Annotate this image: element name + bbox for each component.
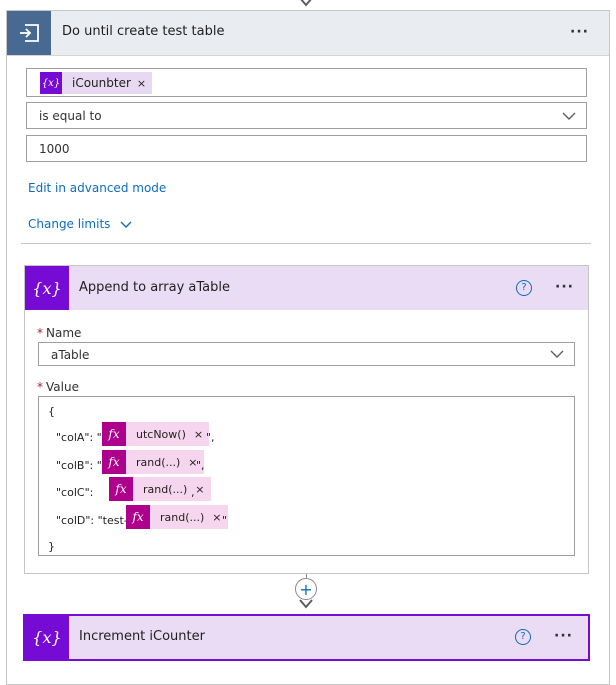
variable-icon: {x} <box>40 72 62 94</box>
increment-card-title: Increment iCounter <box>79 629 205 644</box>
append-card-header[interactable]: {x} Append to array aTable ? ··· <box>25 266 588 310</box>
condition-value-field[interactable]: 1000 <box>26 135 587 162</box>
remove-token-icon[interactable]: × <box>195 483 210 496</box>
name-dropdown[interactable]: aTable <box>38 342 575 366</box>
col-b-suffix: ", <box>196 459 205 472</box>
name-label: * Name <box>37 326 82 340</box>
open-brace: { <box>48 405 55 418</box>
increment-menu-icon[interactable]: ··· <box>554 628 573 644</box>
fx-icon: fx <box>126 505 150 529</box>
chevron-down-icon <box>562 112 576 120</box>
fx-token-label: rand(...) <box>136 455 181 469</box>
variable-icon: {x} <box>25 266 69 310</box>
chevron-down-icon <box>120 221 132 228</box>
fx-token-rand[interactable]: fx rand(...) × <box>109 477 211 501</box>
increment-card-header[interactable]: {x} Increment iCounter ? ··· <box>25 616 588 659</box>
operator-value: is equal to <box>39 109 102 123</box>
change-limits-link[interactable]: Change limits <box>28 217 132 231</box>
help-icon[interactable]: ? <box>516 280 532 296</box>
col-d-suffix: " <box>222 514 228 527</box>
fx-icon: fx <box>102 450 126 474</box>
condition-token-label: iCounbter <box>72 76 131 90</box>
fx-token-rand[interactable]: fx rand(...) × <box>126 505 228 529</box>
append-card-title: Append to array aTable <box>79 280 231 295</box>
condition-left-field[interactable]: {x} iCounbter × <box>26 68 587 97</box>
fx-token-rand[interactable]: fx rand(...) × <box>102 450 204 474</box>
col-d-key: "colD": "test- <box>56 514 128 527</box>
connector-arrow-icon <box>299 599 313 609</box>
fx-token-label: rand(...) <box>143 482 188 496</box>
remove-token-icon[interactable]: × <box>137 77 152 90</box>
do-until-title: Do until create test table <box>62 24 225 39</box>
help-icon[interactable]: ? <box>515 629 531 645</box>
col-c-key: "colC": <box>56 486 94 499</box>
divider <box>21 243 591 244</box>
do-until-card: Do until create test table ··· {x} iCoun… <box>6 10 610 685</box>
condition-token[interactable]: {x} iCounbter × <box>40 72 153 94</box>
append-to-array-card: {x} Append to array aTable ? ··· * Name a… <box>24 265 589 574</box>
chevron-down-icon <box>550 350 564 358</box>
condition-value: 1000 <box>39 142 70 156</box>
fx-icon: fx <box>109 477 133 501</box>
add-step-button[interactable]: + <box>295 578 317 600</box>
value-editor[interactable]: { "colA": " fx utcNow() × ", "colB": " f… <box>38 396 575 556</box>
fx-token-utcnow[interactable]: fx utcNow() × <box>102 422 210 446</box>
close-brace: } <box>48 540 55 553</box>
col-a-suffix: ", <box>206 431 215 444</box>
connector-arrow-icon <box>300 0 312 7</box>
value-label: * Value <box>37 380 79 394</box>
append-menu-icon[interactable]: ··· <box>555 279 574 295</box>
variable-icon: {x} <box>25 616 69 659</box>
do-until-menu-icon[interactable]: ··· <box>570 24 589 40</box>
col-b-key: "colB": " <box>56 459 102 472</box>
col-c-suffix: , <box>191 486 195 499</box>
edit-advanced-mode-link[interactable]: Edit in advanced mode <box>28 181 166 195</box>
increment-card[interactable]: {x} Increment iCounter ? ··· <box>23 614 590 661</box>
col-a-key: "colA": " <box>56 431 102 444</box>
fx-icon: fx <box>102 422 126 446</box>
fx-token-label: rand(...) <box>160 510 205 524</box>
operator-dropdown[interactable]: is equal to <box>26 102 587 129</box>
fx-token-label: utcNow() <box>136 427 186 441</box>
do-until-icon <box>7 11 51 55</box>
name-value: aTable <box>51 348 90 362</box>
do-until-header[interactable]: Do until create test table ··· <box>7 11 609 56</box>
